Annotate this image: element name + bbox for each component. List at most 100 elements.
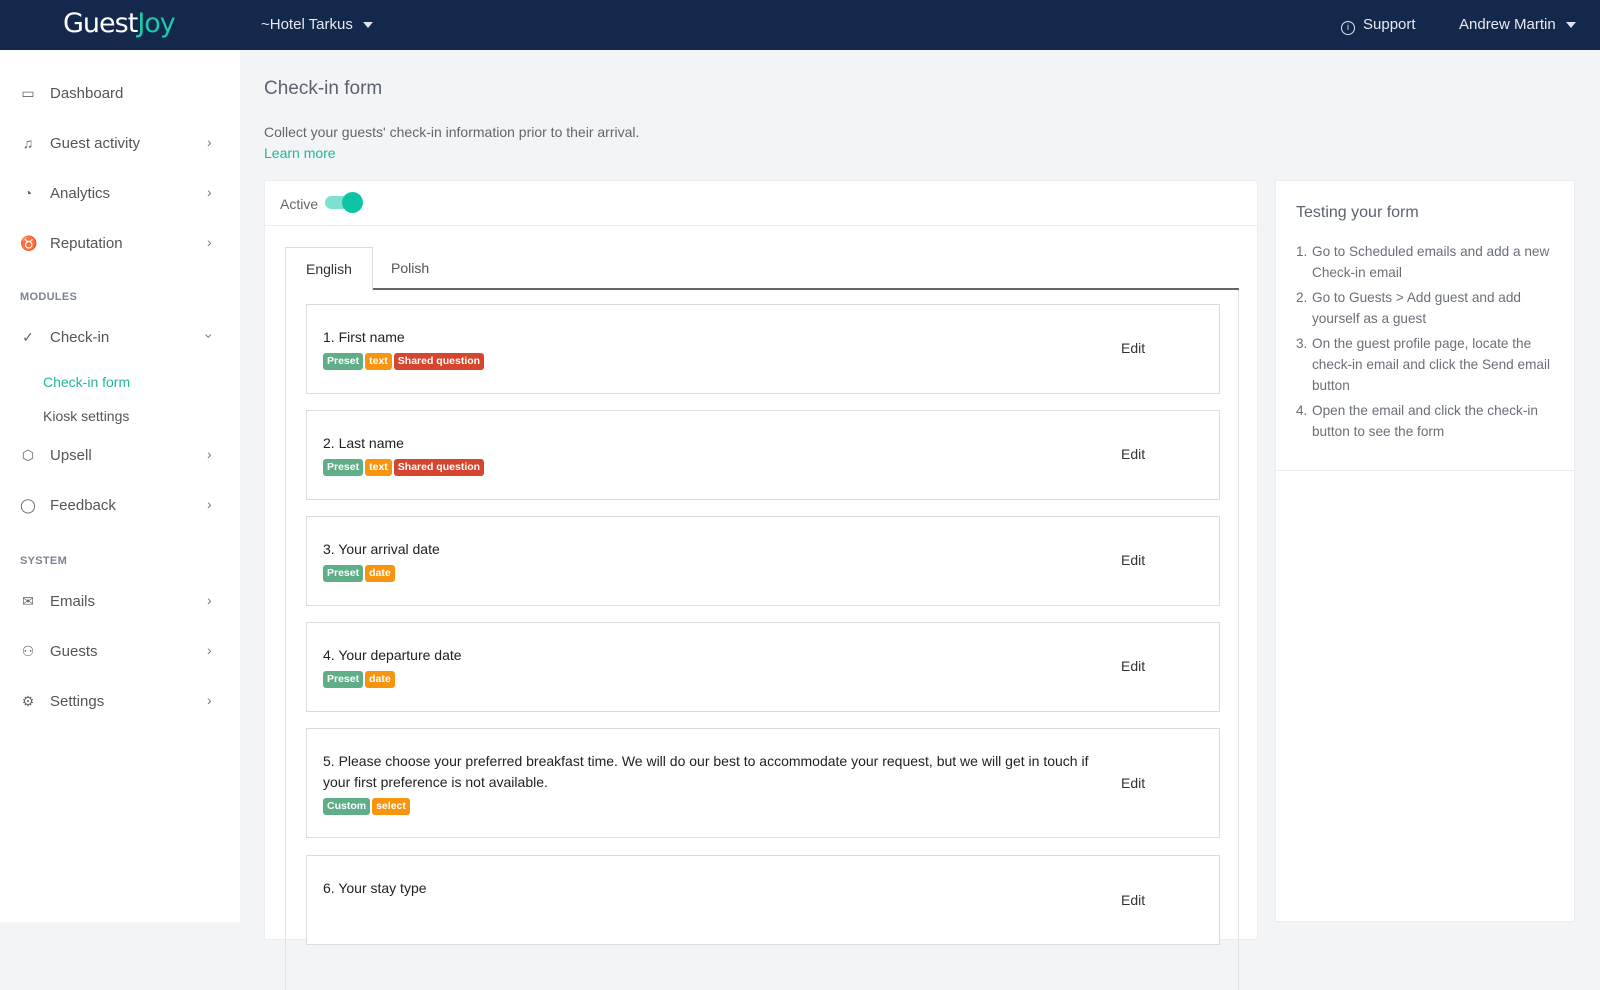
tag-preset: Preset [323, 353, 364, 370]
language-tabs: English Polish [285, 247, 1239, 291]
testing-step: 2. Go to Guests > Add guest and add yours… [1296, 287, 1561, 329]
question-item: 1. First name Preset text Shared question Ed… [306, 304, 1220, 394]
question-item: 3. Your arrival date Preset date Edit [306, 516, 1220, 606]
question-tags: Preset text Shared question [323, 457, 486, 476]
testing-step: 1. Go to Scheduled emails and add a new C… [1296, 241, 1561, 283]
check-circle-icon: ✓ [22, 329, 34, 345]
tag-type: text [365, 353, 392, 370]
testing-title: Testing your form [1296, 204, 1419, 221]
sidebar-item-reputation[interactable]: ♉ Reputation › [0, 226, 240, 262]
tag-shared: Shared question [393, 353, 485, 370]
tag-preset: Preset [323, 671, 364, 688]
pie-chart-icon: ◔ [23, 185, 33, 201]
question-item: 4. Your departure date Preset date Edit [306, 622, 1220, 712]
step-text: Go to Guests > Add guest and add yoursel… [1312, 290, 1521, 326]
step-text: Go to Scheduled emails and add a new Che… [1312, 244, 1550, 280]
tab-polish[interactable]: Polish [371, 247, 449, 290]
user-menu[interactable]: Andrew Martin [1459, 16, 1576, 33]
page-description: Collect your guests' check-in informatio… [264, 124, 640, 140]
question-text: 4. Your departure date [323, 647, 462, 663]
caret-down-icon [1565, 22, 1576, 29]
support-label: Support [1363, 16, 1416, 33]
page-title: Check-in form [264, 78, 383, 99]
logo-text-guest: Guest [63, 8, 138, 39]
active-row: Active [265, 181, 1257, 226]
question-text: 3. Your arrival date [323, 541, 440, 557]
question-item: 2. Last name Preset text Shared question Edi… [306, 410, 1220, 500]
tab-label: Polish [391, 260, 430, 276]
edit-button[interactable]: Edit [1121, 658, 1145, 674]
tag-type: text [365, 459, 392, 476]
chevron-right-icon: › [207, 184, 212, 200]
info-icon: i [1341, 21, 1355, 35]
sidebar-subitem-kiosk-settings[interactable]: Kiosk settings [43, 408, 129, 424]
caret-down-icon [362, 22, 373, 29]
sidebar-item-label: Feedback [50, 497, 116, 514]
sidebar-item-guest-activity[interactable]: ♫ Guest activity › [0, 126, 240, 162]
chevron-right-icon: › [207, 642, 212, 658]
monitor-icon: ▭ [21, 85, 35, 101]
question-tags: Preset text Shared question [323, 351, 486, 370]
top-navbar: GuestJoy ~Hotel Tarkus i Support Andrew M… [0, 0, 1600, 50]
tab-english[interactable]: English [285, 247, 373, 291]
sidebar-item-dashboard[interactable]: ▭ Dashboard [0, 76, 240, 112]
sidebar-item-upsell[interactable]: ⬡ Upsell › [0, 438, 240, 474]
sidebar-item-label: Reputation [50, 235, 123, 252]
mail-icon: ✉ [22, 593, 34, 609]
sidebar-item-label: Settings [50, 693, 105, 710]
gear-icon: ⚙ [21, 693, 35, 709]
chevron-right-icon: › [207, 234, 212, 250]
testing-steps: 1. Go to Scheduled emails and add a new C… [1296, 241, 1561, 446]
step-number: 1. [1296, 244, 1308, 259]
question-tags: Preset date [323, 669, 397, 688]
active-toggle[interactable] [325, 192, 363, 213]
guestjoy-logo[interactable]: GuestJoy [63, 8, 176, 39]
edit-button[interactable]: Edit [1121, 552, 1145, 568]
sidebar-item-settings[interactable]: ⚙ Settings › [0, 684, 240, 720]
edit-button[interactable]: Edit [1121, 446, 1145, 462]
edit-button[interactable]: Edit [1121, 892, 1145, 908]
tag-preset: Preset [323, 459, 364, 476]
question-text: 1. First name [323, 329, 405, 345]
users-icon: ⚇ [21, 643, 35, 659]
sidebar-item-analytics[interactable]: ◔ Analytics › [0, 176, 240, 212]
message-circle-icon: ◯ [20, 497, 36, 513]
sidebar-item-label: Check-in [50, 329, 110, 346]
sidebar-item-feedback[interactable]: ◯ Feedback › [0, 488, 240, 524]
learn-more-link[interactable]: Learn more [264, 145, 336, 161]
edit-button[interactable]: Edit [1121, 340, 1145, 356]
sidebar-item-check-in[interactable]: ✓ Check-in › [0, 320, 240, 356]
support-link[interactable]: i Support [1341, 16, 1416, 35]
question-text: 5. Please choose your preferred breakfas… [323, 753, 1089, 790]
hotel-selector[interactable]: ~Hotel Tarkus [261, 16, 373, 33]
sidebar: ▭ Dashboard ♫ Guest activity › ◔ Analytics › … [0, 50, 240, 922]
chevron-right-icon: › [207, 692, 212, 708]
tag-type: date [365, 671, 395, 688]
sidebar-item-label: Emails [50, 593, 96, 610]
question-text: 2. Last name [323, 435, 404, 451]
chevron-right-icon: › [207, 446, 212, 462]
toggle-knob [342, 192, 363, 213]
form-card: Active English Polish 1. First name Prese… [264, 180, 1258, 990]
sidebar-item-emails[interactable]: ✉ Emails › [0, 584, 240, 620]
tag-type: date [365, 565, 395, 582]
step-text: On the guest profile page, locate the ch… [1312, 336, 1551, 393]
logo-text-joy: Joy [137, 8, 175, 39]
sidebar-subitem-check-in-form[interactable]: Check-in form [43, 374, 130, 390]
hotel-name: ~Hotel Tarkus [261, 16, 353, 33]
user-name: Andrew Martin [1459, 16, 1556, 33]
edit-button[interactable]: Edit [1121, 775, 1145, 791]
step-number: 4. [1296, 403, 1308, 418]
sidebar-item-guests[interactable]: ⚇ Guests › [0, 634, 240, 670]
award-icon: ♉ [20, 235, 38, 251]
sidebar-item-label: Guest activity [50, 135, 141, 152]
tag-preset: Preset [323, 565, 364, 582]
question-list: 1. First name Preset text Shared question Ed… [285, 290, 1239, 990]
sidebar-item-label: Dashboard [50, 85, 124, 102]
step-number: 2. [1296, 290, 1308, 305]
sidebar-item-label: Analytics [50, 185, 111, 202]
divider [1276, 470, 1574, 471]
question-text: 6. Your stay type [323, 880, 427, 896]
sidebar-item-label: Upsell [50, 447, 92, 464]
active-label: Active [280, 196, 319, 212]
